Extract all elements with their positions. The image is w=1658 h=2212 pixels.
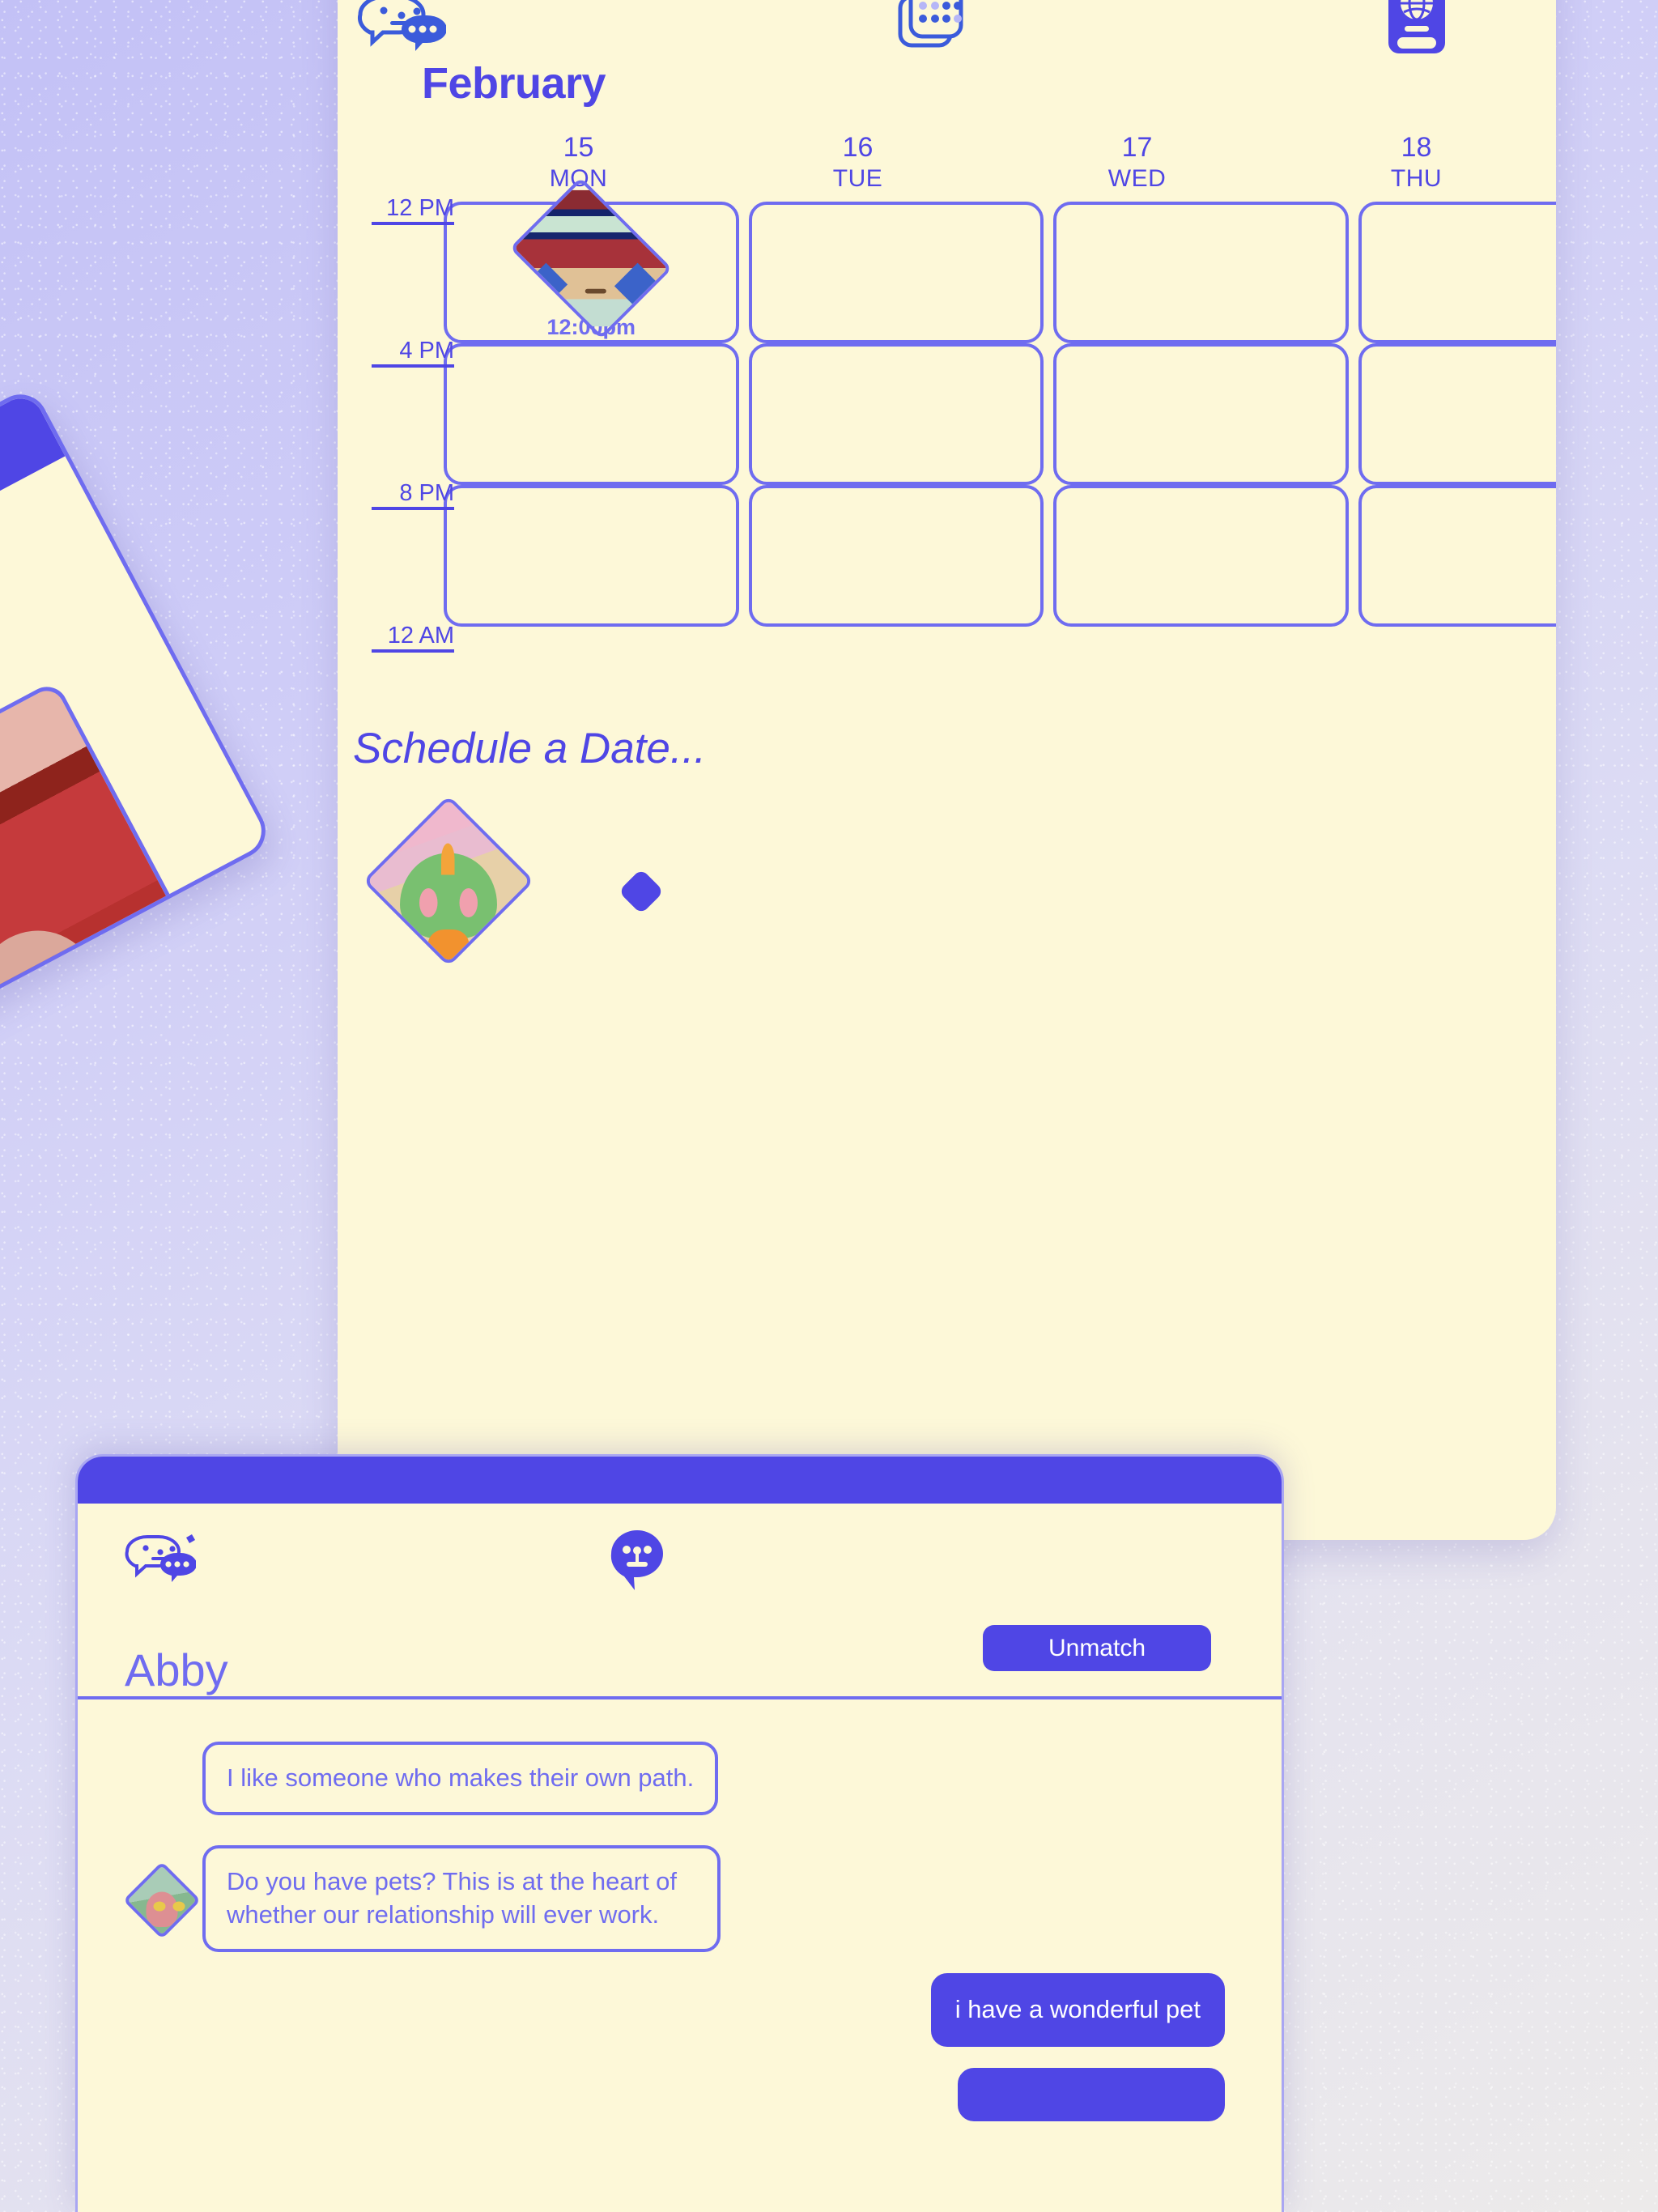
calendar-day-header[interactable]: 18 THU	[1277, 131, 1556, 194]
calendar-cell-thu-4pm[interactable]	[1358, 342, 1556, 485]
chat-window[interactable]: Abby Unmatch I like someone who makes th…	[75, 1454, 1284, 2212]
day-name: THU	[1390, 165, 1443, 193]
chat-bubble-incoming[interactable]: I like someone who makes their own path.	[202, 1742, 719, 1815]
chat-titlebar[interactable]	[78, 1457, 1282, 1504]
unmatch-button[interactable]: Unmatch	[983, 1625, 1211, 1671]
hour-label: 12 AM	[372, 623, 454, 653]
calendar-day-header[interactable]: 17 WED	[997, 131, 1277, 194]
chat-bubble-outgoing[interactable]: i have a wonderful pet	[930, 1972, 1225, 2047]
chat-bubble-outgoing-partial[interactable]	[958, 2067, 1225, 2121]
calendar-cell-tue-8pm[interactable]	[748, 484, 1044, 627]
chat-toolbar	[78, 1504, 1282, 1610]
calendar-cell-wed-12pm[interactable]	[1053, 201, 1349, 343]
pink-green-creature-avatar[interactable]	[122, 1861, 202, 1940]
hour-label: 8 PM	[372, 481, 454, 510]
face-bubble-icon[interactable]	[608, 1528, 666, 1591]
calendar-window[interactable]: February 15 MON 16 TUE 17 WED 18 THU 12 …	[338, 0, 1556, 1540]
calendar-cell-wed-8pm[interactable]	[1053, 484, 1349, 627]
chat-message-list[interactable]: I like someone who makes their own path.…	[78, 1699, 1282, 2121]
chat-header: Abby Unmatch	[78, 1610, 1282, 1699]
calendar-cell-mon-8pm[interactable]	[444, 484, 739, 627]
day-name: TUE	[832, 165, 883, 193]
chat-bubbles-icon[interactable]	[357, 0, 447, 52]
passport-globe-icon[interactable]	[1387, 0, 1447, 55]
chat-message-row: i have a wonderful pet	[134, 1972, 1225, 2047]
schedule-avatar-row	[338, 794, 1556, 967]
calendar-toolbar	[338, 0, 1556, 76]
calendar-cell-mon-4pm[interactable]	[444, 342, 739, 485]
chat-message-row	[134, 2067, 1225, 2121]
calendar-row: 12:00pm	[338, 177, 1556, 343]
day-number: 18	[1401, 132, 1432, 163]
calendar-cell-tue-4pm[interactable]	[748, 342, 1044, 485]
background-card-titlebar	[0, 390, 66, 650]
avatar-drag-handle[interactable]	[618, 868, 665, 915]
calendar-cell-thu-8pm[interactable]	[1358, 484, 1556, 627]
day-number: 17	[1121, 132, 1153, 163]
chat-message-row: I like someone who makes their own path.	[134, 1742, 1225, 1824]
chat-message-row: Do you have pets? This is at the heart o…	[122, 1845, 1225, 1952]
calendar-day-header-row: 15 MON 16 TUE 17 WED 18 THU	[338, 131, 1556, 194]
schedule-a-date-label: Schedule a Date...	[353, 724, 707, 772]
calendar-day-header[interactable]: 16 TUE	[718, 131, 997, 194]
calendar-cell-wed-4pm[interactable]	[1053, 342, 1349, 485]
calendar-grid[interactable]: 12 PM 4 PM 8 PM 12 AM 12:00pm	[338, 177, 1556, 653]
calendar-cell-tue-12pm[interactable]	[748, 201, 1044, 343]
calendar-row	[338, 342, 1556, 485]
day-number: 15	[563, 132, 594, 163]
hour-label: 12 PM	[372, 196, 454, 225]
chat-bubbles-icon[interactable]	[125, 1534, 197, 1583]
hour-label: 4 PM	[372, 338, 454, 368]
calendar-row	[338, 484, 1556, 627]
calendar-icon[interactable]	[898, 0, 966, 50]
contact-name: Abby	[125, 1644, 228, 1695]
green-alien-avatar[interactable]	[362, 794, 535, 967]
chat-bubble-incoming[interactable]: Do you have pets? This is at the heart o…	[202, 1845, 721, 1952]
day-name: WED	[1107, 165, 1167, 193]
red-hair-face-avatar[interactable]	[509, 177, 673, 340]
day-number: 16	[842, 132, 874, 163]
calendar-cell-thu-12pm[interactable]	[1358, 201, 1556, 343]
calendar-cell-mon-12pm[interactable]: 12:00pm	[444, 177, 739, 343]
